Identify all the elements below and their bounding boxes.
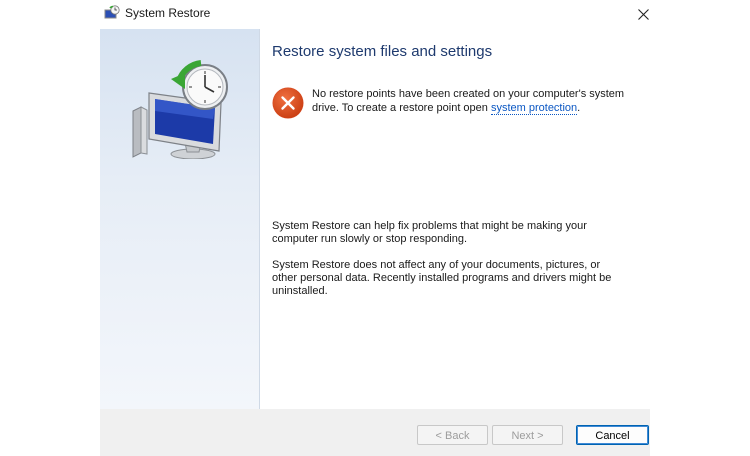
back-button[interactable]: < Back [417,425,488,445]
system-protection-link[interactable]: system protection [490,102,578,115]
system-restore-icon [104,5,120,19]
monitor-clock-icon [132,60,228,159]
title-bar: System Restore [100,0,650,29]
cancel-button[interactable]: Cancel [576,425,649,445]
window-title: System Restore [125,6,211,20]
next-button[interactable]: Next > [492,425,563,445]
error-text-end: . [577,102,581,114]
info-paragraph-2: System Restore does not affect any of yo… [272,259,612,297]
error-icon [272,87,304,119]
close-button[interactable] [632,4,654,24]
button-bar: < Back Next > Cancel [100,409,650,456]
page-heading: Restore system files and settings [272,43,493,60]
close-icon [637,8,649,20]
info-paragraph-1: System Restore can help fix problems tha… [272,220,587,245]
sidebar-panel [100,29,260,409]
no-restore-points-message: No restore points have been created on y… [312,87,642,115]
system-restore-window: System Restore Restore system files and … [100,0,650,456]
content-panel: Restore system files and settings No res… [260,29,650,409]
